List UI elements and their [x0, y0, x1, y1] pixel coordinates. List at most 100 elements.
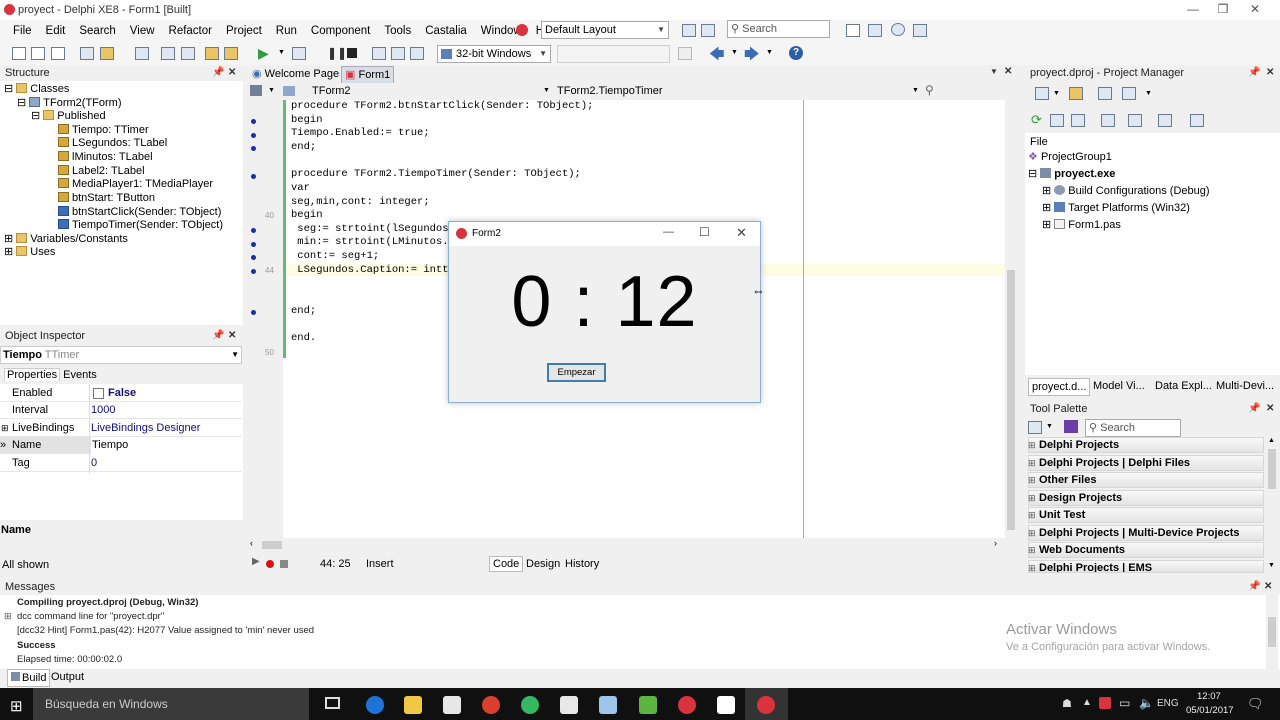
expand-icon[interactable]: ⊞ — [1, 420, 9, 437]
vertical-scrollbar[interactable] — [1005, 100, 1017, 538]
play-macro-icon[interactable]: ▶ — [252, 556, 260, 567]
pin-icon[interactable]: 📌 — [1248, 579, 1260, 595]
tp-search-input[interactable]: ⚲ Search — [1085, 419, 1181, 437]
prop-row-name[interactable]: » Name Tiempo — [0, 437, 242, 454]
close-icon[interactable]: ✕ — [228, 65, 236, 81]
close-icon[interactable]: ✕ — [228, 328, 236, 344]
add-to-project-icon[interactable] — [205, 47, 219, 60]
config-combo[interactable] — [557, 45, 670, 63]
tree-tform2[interactable]: ⊟ TForm2(TForm) — [17, 97, 122, 110]
tree-item-mediaplayer[interactable]: MediaPlayer1: TMediaPlayer — [58, 178, 213, 191]
new-icon[interactable] — [12, 47, 26, 60]
tp-category[interactable]: Design Projects — [1028, 490, 1264, 506]
open-file-icon[interactable] — [100, 47, 114, 60]
breakpoint-dot[interactable] — [251, 228, 256, 233]
edge-icon[interactable] — [366, 696, 384, 714]
open-icon[interactable] — [51, 47, 65, 60]
file-explorer-icon[interactable] — [404, 696, 422, 714]
deploy-icon[interactable] — [1190, 114, 1204, 127]
messages-scrollbar[interactable] — [1266, 595, 1278, 669]
mail-icon[interactable] — [846, 24, 860, 37]
menu-file[interactable]: File — [6, 20, 39, 42]
scroll-thumb[interactable] — [1007, 270, 1015, 530]
network-icon[interactable]: ▭ — [1119, 696, 1130, 710]
tree-uses[interactable]: ⊞ Uses — [4, 246, 55, 259]
stop-icon[interactable] — [347, 48, 357, 58]
chevron-down-icon[interactable]: ▼ — [268, 87, 275, 94]
tab-history[interactable]: History — [564, 557, 600, 571]
run-icon[interactable]: ▶ — [258, 45, 269, 62]
tree-item-btnstartclick[interactable]: btnStartClick(Sender: TObject) — [58, 206, 221, 219]
tp-category[interactable]: Delphi Projects — [1028, 437, 1264, 453]
breakpoint-dot[interactable] — [251, 242, 256, 247]
chevron-down-icon[interactable]: ▼ — [543, 87, 550, 94]
sort-icon[interactable] — [1101, 114, 1115, 127]
menu-castalia[interactable]: Castalia — [418, 20, 474, 42]
chevron-down-icon[interactable]: ▼ — [1046, 423, 1053, 430]
run-dropdown-icon[interactable]: ▼ — [278, 49, 285, 56]
unit-icon[interactable] — [250, 85, 262, 96]
tp-category[interactable]: Delphi Projects | Delphi Files — [1028, 455, 1264, 471]
tab-data-explorer[interactable]: Data Expl... — [1152, 378, 1215, 394]
castalia-icon[interactable] — [516, 24, 528, 36]
component-selector[interactable]: Tiempo TTimer ▼ — [0, 346, 242, 364]
pm-build-configs[interactable]: ⊞ Build Configurations (Debug) — [1042, 185, 1210, 198]
breakpoint-dot[interactable] — [251, 119, 256, 124]
find-icon[interactable]: ⚲ — [925, 83, 934, 97]
media-icon[interactable] — [560, 696, 578, 714]
message-line[interactable]: dcc command line for "proyect.dpr" — [17, 611, 164, 622]
prop-row-tag[interactable]: Tag 0 — [0, 455, 242, 472]
prop-row-livebindings[interactable]: ⊞LiveBindings DesLiveBindings Designer — [0, 420, 242, 451]
close-icon[interactable]: ✕ — [1266, 401, 1274, 417]
help-icon[interactable] — [891, 23, 905, 36]
collapse-icon[interactable] — [1050, 114, 1064, 127]
tab-form1[interactable]: ▣ Form1 — [341, 66, 395, 84]
close-button[interactable]: ✕ — [1240, 2, 1270, 16]
tp-category[interactable]: Unit Test — [1028, 507, 1264, 523]
breakpoint-dot[interactable] — [251, 174, 256, 179]
taskbar-search[interactable]: Búsqueda en Windows — [33, 688, 309, 720]
breakpoint-dot[interactable] — [251, 146, 256, 151]
tab-project[interactable]: proyect.d... — [1028, 378, 1091, 396]
platform-combo[interactable]: 32-bit Windows ▼ — [437, 45, 551, 63]
menu-view[interactable]: View — [123, 20, 162, 42]
pm-form1-pas[interactable]: ⊞ Form1.pas — [1042, 219, 1121, 232]
filter-icon[interactable] — [1128, 114, 1142, 127]
tree-item-tiempo[interactable]: Tiempo: TTimer — [58, 124, 149, 137]
class-combo[interactable]: TForm2 — [312, 85, 351, 97]
tab-design[interactable]: Design — [525, 557, 561, 571]
spotify-icon[interactable] — [521, 696, 539, 714]
clock-date[interactable]: 05/01/2017 — [1186, 705, 1234, 716]
task-view-icon[interactable] — [325, 697, 340, 709]
scroll-down-icon[interactable]: ▼ — [1268, 562, 1275, 569]
method-combo[interactable]: TForm2.TiempoTimer — [557, 85, 663, 97]
prop-row-enabled[interactable]: Enabled False — [0, 385, 242, 402]
tree-published[interactable]: ⊟ Published — [31, 110, 106, 123]
chevron-down-icon[interactable]: ▼ — [1145, 90, 1152, 97]
empezar-button[interactable]: Empezar — [547, 363, 606, 382]
notifications-icon[interactable]: 🗨 — [1247, 696, 1264, 712]
minimize-button[interactable]: — — [1178, 2, 1208, 16]
pm-folder-icon[interactable] — [1098, 87, 1112, 100]
remove-from-project-icon[interactable] — [224, 47, 238, 60]
chrome-icon[interactable] — [482, 696, 500, 714]
tab-properties[interactable]: Properties — [4, 368, 61, 381]
recorder-icon[interactable] — [717, 696, 735, 714]
scroll-thumb[interactable] — [1268, 449, 1276, 489]
clock-time[interactable]: 12:07 — [1197, 691, 1221, 702]
breakpoint-dot[interactable] — [251, 133, 256, 138]
checkbox[interactable] — [93, 388, 104, 399]
tp-category[interactable]: Other Files — [1028, 472, 1264, 488]
tray-people-icon[interactable]: ☗ — [1062, 697, 1072, 710]
filter-icon[interactable] — [1064, 420, 1078, 433]
close-icon[interactable]: ✕ — [1266, 65, 1274, 81]
categories-icon[interactable] — [1028, 421, 1042, 434]
tree-item-tiempotimer[interactable]: TiempoTimer(Sender: TObject) — [58, 219, 223, 232]
message-line[interactable]: Success — [17, 640, 56, 651]
message-line[interactable]: [dcc32 Hint] Form1.pas(42): H2077 Value … — [17, 625, 314, 636]
scroll-right-icon[interactable]: › — [994, 538, 997, 548]
pm-target-platforms[interactable]: ⊞ Target Platforms (Win32) — [1042, 202, 1190, 215]
scroll-thumb[interactable] — [262, 541, 282, 549]
tree-item-lminutos[interactable]: lMinutos: TLabel — [58, 151, 153, 164]
chevron-down-icon[interactable]: ▼ — [912, 87, 919, 94]
